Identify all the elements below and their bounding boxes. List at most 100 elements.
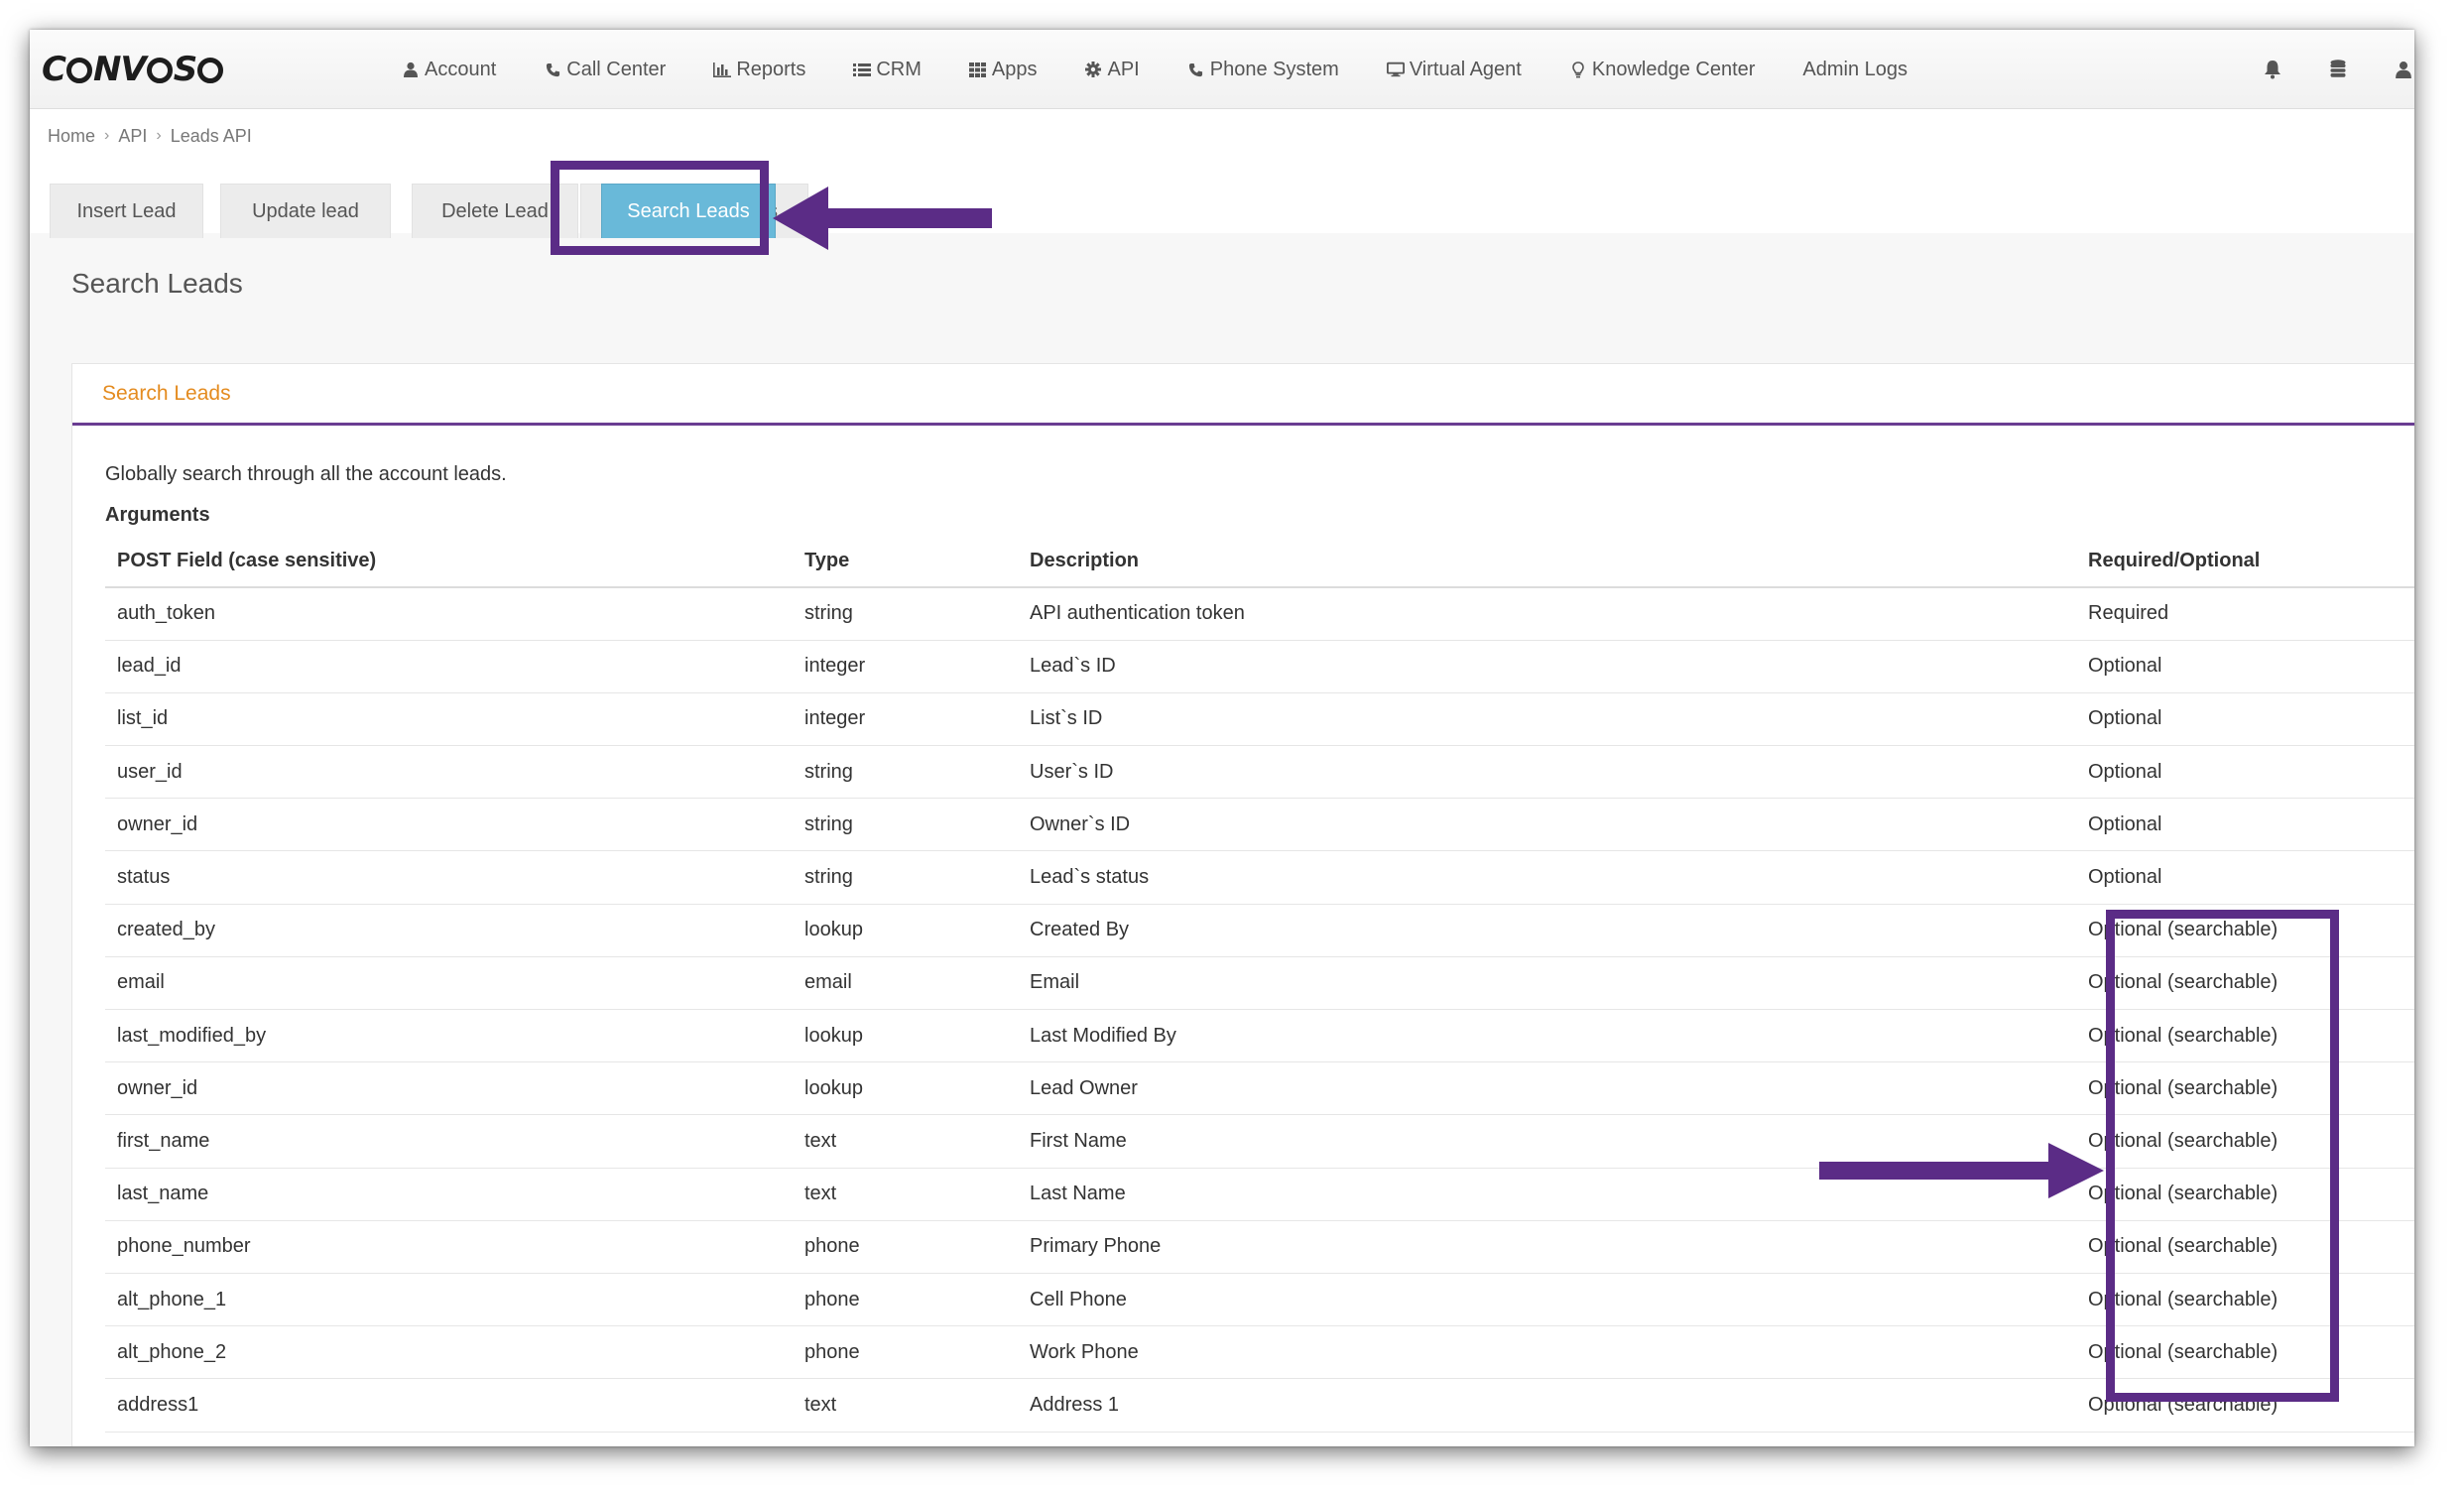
field-cell: email [105, 956, 793, 1011]
search-leads-panel: Search Leads Globally search through all… [71, 363, 2414, 1446]
type-cell: lookup [793, 904, 1018, 957]
field-cell: last_name [105, 1168, 793, 1221]
table-row: user_id string User`s ID Optional [105, 745, 2414, 800]
table-row: created_by lookup Created By Optional (sear… [105, 904, 2414, 957]
breadcrumb-leads-api: Leads API [170, 125, 252, 146]
col-header-field: POST Field (case sensitive) [105, 535, 793, 588]
nav-item-apps[interactable]: Apps [969, 58, 1038, 81]
tab-insert-lead[interactable]: Insert Lead [50, 184, 203, 238]
requirement-cell: Optional [2076, 745, 2414, 800]
field-cell: auth_token [105, 587, 793, 641]
type-cell: phone [793, 1325, 1018, 1380]
chevron-right-icon: › [156, 127, 162, 144]
nav-label: Admin Logs [1802, 58, 1909, 80]
nav-item-call-center[interactable]: Call Center [544, 59, 666, 81]
panel-intro: Globally search through all the account … [105, 463, 507, 485]
type-cell: phone [793, 1220, 1018, 1274]
description-cell: Last Modified By [1018, 1009, 2076, 1063]
table-row: list_id integer List`s ID Optional [105, 692, 2414, 747]
panel-heading-title: Search Leads [102, 382, 231, 405]
type-cell: text [793, 1114, 1018, 1169]
nav-item-admin-logs[interactable]: Admin Logs [1802, 59, 1908, 81]
lightbulb-icon [1569, 61, 1587, 78]
convoso-logo[interactable]: C NV S [42, 50, 224, 89]
description-cell: Lead Owner [1018, 1061, 2076, 1116]
type-cell: string [793, 798, 1018, 852]
type-cell: string [793, 587, 1018, 641]
type-cell: text [793, 1168, 1018, 1221]
list-icon [853, 61, 872, 78]
description-cell: Address 1 [1018, 1378, 2076, 1433]
nav-label: Virtual Agent [1409, 58, 1522, 80]
nav-label: Apps [991, 58, 1038, 80]
table-row: owner_id lookup Lead Owner Optional (search… [105, 1061, 2414, 1116]
nav-item-reports[interactable]: Reports [713, 59, 805, 81]
nav-label: Phone System [1209, 58, 1339, 80]
type-cell: string [793, 850, 1018, 905]
field-cell: alt_phone_2 [105, 1325, 793, 1380]
nav-item-crm[interactable]: CRM [853, 59, 922, 81]
type-cell: text [793, 1378, 1018, 1433]
nav-item-api[interactable]: API [1084, 58, 1140, 81]
description-cell: Owner`s ID [1018, 798, 2076, 852]
panel-heading: Search Leads [72, 364, 2414, 426]
description-cell: List`s ID [1018, 692, 2076, 747]
requirement-cell: Optional [2076, 798, 2414, 852]
table-row: alt_phone_1 phone Cell Phone Optional (sear… [105, 1273, 2414, 1327]
nav-item-phone-system[interactable]: Phone System [1187, 59, 1339, 81]
annotation-highlight-box [551, 161, 769, 255]
tab-update-lead[interactable]: Update lead [220, 184, 391, 238]
col-header-description: Description [1018, 535, 2076, 588]
monitor-icon [1386, 61, 1405, 78]
bar-chart-icon [713, 61, 732, 78]
breadcrumb-api[interactable]: API [118, 126, 147, 147]
user-icon[interactable] [2393, 59, 2414, 80]
field-cell: created_by [105, 904, 793, 957]
grid-icon [969, 61, 987, 78]
gear-icon [1084, 61, 1102, 78]
table-row: owner_id string Owner`s ID Optional [105, 798, 2414, 852]
table-header-row: POST Field (case sensitive) Type Descrip… [105, 535, 2414, 588]
tab-label: Delete Lead [441, 199, 549, 222]
description-cell: Cell Phone [1018, 1273, 2076, 1327]
nav-item-account[interactable]: Account [402, 59, 496, 81]
chevron-right-icon: › [104, 127, 110, 144]
nav-item-knowledge-center[interactable]: Knowledge Center [1569, 59, 1755, 81]
col-header-type: Type [793, 535, 1018, 588]
description-cell: Lead`s status [1018, 850, 2076, 905]
type-cell: email [793, 956, 1018, 1011]
field-cell: user_id [105, 745, 793, 800]
nav-label: Reports [736, 58, 806, 80]
nav-label: API [1107, 58, 1140, 80]
requirement-cell: Optional [2076, 692, 2414, 747]
nav-label: Call Center [566, 58, 667, 80]
table-row: auth_token string API authentication token… [105, 587, 2414, 641]
nav-item-virtual-agent[interactable]: Virtual Agent [1386, 58, 1522, 81]
annotation-highlight-box [2106, 910, 2339, 1402]
table-row: alt_phone_2 phone Work Phone Optional (sear… [105, 1325, 2414, 1380]
type-cell: phone [793, 1273, 1018, 1327]
phone-icon [1187, 61, 1205, 78]
field-cell: lead_id [105, 640, 793, 693]
tab-label: Insert Lead [76, 199, 177, 222]
page-title: Search Leads [71, 268, 243, 299]
breadcrumb-home[interactable]: Home [48, 126, 95, 147]
description-cell: User`s ID [1018, 745, 2076, 800]
field-cell: status [105, 850, 793, 905]
table-row: email email Email Optional (searchable) [105, 956, 2414, 1011]
description-cell: API authentication token [1018, 587, 2076, 641]
type-cell: integer [793, 692, 1018, 747]
field-cell: list_id [105, 692, 793, 747]
field-cell: address1 [105, 1378, 793, 1433]
type-cell: lookup [793, 1061, 1018, 1116]
bell-icon[interactable] [2262, 59, 2283, 80]
user-icon [402, 61, 420, 78]
database-icon[interactable] [2327, 59, 2349, 80]
field-cell: owner_id [105, 798, 793, 852]
table-row: lead_id integer Lead`s ID Optional [105, 640, 2414, 693]
tab-label: Update lead [252, 199, 359, 222]
field-cell: alt_phone_1 [105, 1273, 793, 1327]
table-row: phone_number phone Primary Phone Optional (… [105, 1220, 2414, 1274]
annotation-arrow-right [1819, 1143, 2104, 1198]
description-cell: Primary Phone [1018, 1220, 2076, 1274]
